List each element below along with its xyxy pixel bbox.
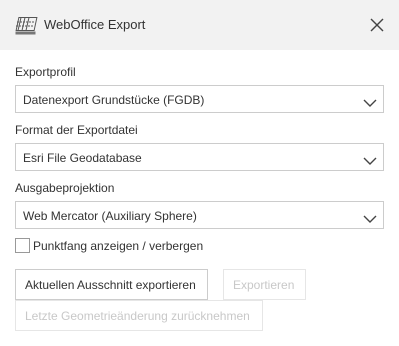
export-profile-label: Exportprofil (15, 65, 76, 79)
dialog-title: WebOffice Export (44, 17, 146, 32)
undo-geometry-button[interactable]: Letzte Geometrieänderung zurücknehmen (15, 300, 263, 331)
export-dialog: WebOffice Export Exportprofil Datenexpor… (0, 0, 399, 346)
export-format-value: Esri File Geodatabase (23, 151, 142, 165)
snap-checkbox[interactable] (15, 238, 30, 253)
chevron-down-icon (363, 153, 377, 165)
chevron-down-icon (363, 95, 377, 107)
dialog-header: WebOffice Export (0, 0, 399, 50)
export-format-label: Format der Exportdatei (15, 123, 138, 137)
export-profile-select[interactable]: Datenexport Grundstücke (FGDB) (15, 85, 384, 113)
export-format-select[interactable]: Esri File Geodatabase (15, 143, 384, 171)
close-icon[interactable] (369, 17, 385, 33)
output-projection-value: Web Mercator (Auxiliary Sphere) (23, 209, 197, 223)
export-profile-value: Datenexport Grundstücke (FGDB) (23, 93, 205, 107)
output-projection-select[interactable]: Web Mercator (Auxiliary Sphere) (15, 201, 384, 229)
export-button[interactable]: Exportieren (223, 269, 306, 300)
export-extent-button[interactable]: Aktuellen Ausschnitt exportieren (15, 269, 208, 300)
output-projection-label: Ausgabeprojektion (15, 181, 115, 195)
export-map-icon (15, 14, 39, 36)
snap-checkbox-label[interactable]: Punktfang anzeigen / verbergen (33, 238, 203, 254)
chevron-down-icon (363, 211, 377, 223)
